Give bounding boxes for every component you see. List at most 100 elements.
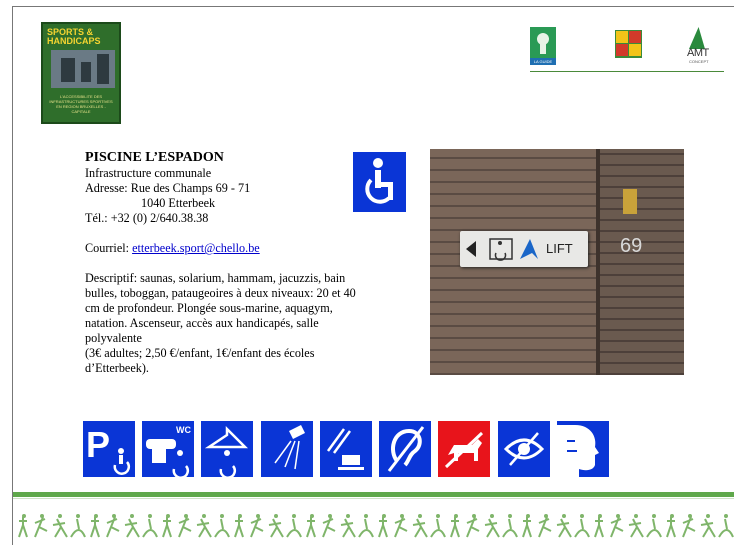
frieze-figure <box>306 517 316 538</box>
email-link[interactable]: etterbeek.sport@chello.be <box>132 241 260 255</box>
frieze-figure-head <box>580 514 584 518</box>
frieze-figure-head <box>346 514 350 518</box>
frieze-figure <box>574 518 590 538</box>
frieze-figure-head <box>490 514 494 518</box>
lift-sign: LIFT <box>460 231 588 267</box>
frieze-figure-head <box>256 514 260 518</box>
frieze-figure <box>18 517 28 538</box>
partner-logo-1: LA GUIDE <box>530 27 556 65</box>
frieze-figure <box>450 517 460 538</box>
frieze-figure <box>718 518 734 538</box>
amt-logo-text: AMT <box>687 47 709 59</box>
sports-handicaps-book-cover: SPORTS & HANDICAPS L'ACCESSIBILITE DES I… <box>41 22 121 124</box>
frieze-figure-head <box>292 514 296 518</box>
frieze-figure <box>628 518 644 538</box>
frieze-figure <box>142 518 158 538</box>
frieze-figure <box>484 518 500 538</box>
frieze-figure <box>90 517 100 538</box>
parking-accessible-icon: P <box>83 421 135 477</box>
frieze-figure-head <box>310 514 314 518</box>
frieze-figure <box>322 516 336 538</box>
frieze-figure-head <box>688 514 692 518</box>
frieze-figure-head <box>526 514 530 518</box>
brass-plate <box>623 189 637 214</box>
logo-figure-icon <box>537 33 549 54</box>
speech-impaired-icon <box>557 421 609 477</box>
description-line: bulles, toboggan, pataugeoires à deux ni… <box>85 286 356 300</box>
frieze-figure-head <box>274 514 278 518</box>
frieze-figure-head <box>364 514 368 518</box>
cafeteria-icon <box>320 421 372 477</box>
frieze-figure-head <box>94 514 98 518</box>
frieze-figure-head <box>58 514 62 518</box>
hearing-impaired-icon <box>379 421 431 477</box>
visually-impaired-icon <box>498 421 550 477</box>
house-number: 69 <box>620 235 643 257</box>
frieze-figure-head <box>706 514 710 518</box>
wc-label: WC <box>176 425 191 435</box>
frieze-figure-head <box>454 514 458 518</box>
frieze-figure-head <box>544 514 548 518</box>
frieze-figure-head <box>616 514 620 518</box>
frieze-figure-head <box>112 514 116 518</box>
frieze-figure <box>610 516 624 538</box>
frieze-figure <box>466 516 480 538</box>
amt-mark-icon <box>689 27 705 49</box>
frieze-figure <box>646 518 662 538</box>
frieze-figure <box>162 517 172 538</box>
frieze-figure-head <box>40 514 44 518</box>
shower-icon <box>261 421 313 477</box>
frieze-figure <box>556 518 572 538</box>
frieze-figure-head <box>436 514 440 518</box>
frieze-figure <box>594 517 604 538</box>
frieze-figure-head <box>238 514 242 518</box>
venue-phone: Tél.: +32 (0) 2/640.38.38 <box>85 211 209 225</box>
frieze-figure <box>358 518 374 538</box>
description-line: Descriptif: saunas, solarium, hammam, ja… <box>85 271 346 285</box>
amt-logo-small-text: CONCEPT <box>689 59 709 64</box>
frieze-figure <box>502 518 518 538</box>
frieze-figure-head <box>418 514 422 518</box>
frieze-figure <box>124 518 140 538</box>
frieze-figure-head <box>670 514 674 518</box>
frieze-figure-head <box>328 514 332 518</box>
frieze-figure <box>700 518 716 538</box>
frieze-figure-head <box>166 514 170 518</box>
email-label: Courriel: <box>85 241 133 255</box>
frieze-figure <box>196 518 212 538</box>
frieze-figure <box>34 516 48 538</box>
book-cover-photo <box>51 50 115 88</box>
frieze-figure-head <box>130 514 134 518</box>
frieze-figure <box>412 518 428 538</box>
sports-figures-frieze <box>18 514 734 538</box>
header-divider <box>530 71 724 72</box>
book-subtitle: L'ACCESSIBILITE DES INFRASTRUCTURES SPOR… <box>49 94 113 114</box>
book-title-line2: HANDICAPS <box>47 36 101 46</box>
frieze-figure-head <box>184 514 188 518</box>
frieze-figure <box>430 518 446 538</box>
frieze-figure-head <box>652 514 656 518</box>
footer-green-line <box>13 492 734 497</box>
frieze-figure-head <box>382 514 386 518</box>
frieze-figure-head <box>22 514 26 518</box>
frieze-figure-head <box>508 514 512 518</box>
frieze-figure <box>394 516 408 538</box>
lift-sign-photo: LIFT 69 <box>430 149 684 375</box>
frieze-figure <box>234 517 244 538</box>
description-line: polyvalente <box>85 331 142 345</box>
venue-description: Descriptif: saunas, solarium, hammam, ja… <box>85 271 425 376</box>
frieze-figure-head <box>202 514 206 518</box>
footer-light-line <box>13 498 734 499</box>
frieze-figure <box>178 516 192 538</box>
frieze-figure <box>250 516 264 538</box>
frieze-figure <box>378 517 388 538</box>
description-line: (3€ adultes; 2,50 €/enfant, 1€/enfant de… <box>85 346 315 360</box>
frieze-figure <box>52 518 68 538</box>
accessible-wc-icon: WC <box>142 421 194 477</box>
svg-text:P: P <box>86 424 110 465</box>
wheelchair-access-icon <box>353 152 406 212</box>
partner-logo-3-amt: AMT CONCEPT <box>685 27 721 65</box>
frieze-figure-head <box>472 514 476 518</box>
lift-sign-text: LIFT <box>546 241 573 256</box>
frieze-figure <box>70 518 86 538</box>
